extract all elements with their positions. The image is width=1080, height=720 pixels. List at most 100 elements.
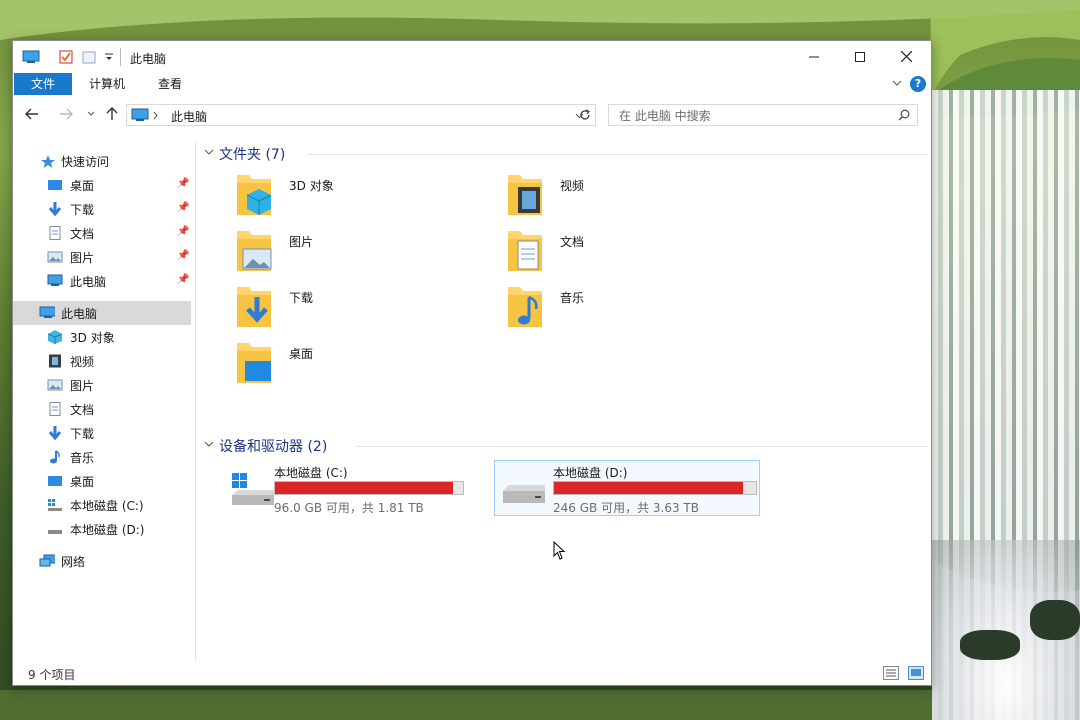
details-view-icon[interactable]: [883, 666, 899, 680]
sidebar-item-drive-d[interactable]: 本地磁盘 (D:): [13, 517, 191, 541]
sidebar-item-label: 快速访问: [61, 155, 110, 169]
pin-icon[interactable]: 📌: [177, 178, 189, 189]
music-icon: [50, 450, 60, 464]
collapse-chevron-icon[interactable]: [204, 441, 214, 449]
group-header-folders[interactable]: 文件夹 (7): [219, 144, 285, 164]
drive-free-space: 96.0 GB 可用，共 1.81 TB: [274, 501, 424, 515]
sidebar-item-downloads[interactable]: 下载 📌: [13, 197, 191, 221]
ribbon-tabs: 文件 计算机 查看 ?: [13, 73, 931, 95]
tab-file[interactable]: 文件: [14, 73, 72, 95]
pictures-icon: [47, 379, 63, 391]
drive-c[interactable]: 本地磁盘 (C:) 96.0 GB 可用，共 1.81 TB: [216, 461, 482, 517]
video-icon: [49, 354, 61, 368]
sidebar-item-label: 下载: [70, 427, 95, 441]
content-area: 文件夹 (7) 3D 对象 视频 图片 文档 下载 音乐 桌面 设备和驱动器 (…: [196, 141, 931, 661]
sidebar-item-label: 图片: [70, 379, 95, 393]
sidebar-item-label: 桌面: [70, 475, 95, 489]
video-folder-icon: [508, 175, 542, 215]
quick-access-toolbar-dropdown-icon[interactable]: [104, 50, 114, 64]
sidebar-item-music[interactable]: 音乐: [13, 445, 191, 469]
search-icon[interactable]: [898, 109, 910, 121]
mouse-cursor-icon: [553, 541, 566, 560]
folder-desktop[interactable]: 桌面: [231, 339, 491, 389]
pin-icon[interactable]: 📌: [177, 202, 189, 213]
folder-3d-objects[interactable]: 3D 对象: [231, 171, 491, 221]
sidebar-item-label: 此电脑: [70, 275, 107, 289]
forward-icon[interactable]: [59, 108, 73, 120]
sidebar-item-label: 网络: [61, 555, 86, 569]
search-input[interactable]: [617, 106, 891, 126]
minimize-button[interactable]: [791, 41, 837, 73]
folder-pictures[interactable]: 图片: [231, 227, 491, 277]
back-icon[interactable]: [25, 108, 39, 120]
drive-d[interactable]: 本地磁盘 (D:) 246 GB 可用，共 3.63 TB: [494, 460, 760, 516]
sidebar-item-3d-objects[interactable]: 3D 对象: [13, 325, 191, 349]
sidebar-item-this-pc[interactable]: 此电脑: [13, 301, 191, 325]
desktop-folder-icon: [237, 343, 271, 383]
breadcrumb-item[interactable]: 此电脑: [171, 108, 207, 125]
sidebar-item-documents[interactable]: 文档: [13, 397, 191, 421]
toolbar-separator: [120, 48, 121, 66]
sidebar-item-label: 图片: [70, 251, 95, 265]
folder-videos[interactable]: 视频: [502, 171, 762, 221]
folder-music[interactable]: 音乐: [502, 283, 762, 333]
sidebar-item-network[interactable]: 网络: [13, 549, 191, 573]
sidebar-item-desktop[interactable]: 桌面 📌: [13, 173, 191, 197]
new-folder-icon[interactable]: [82, 50, 96, 64]
up-icon[interactable]: [106, 107, 118, 121]
sidebar-item-label: 本地磁盘 (C:): [70, 499, 144, 513]
minimize-icon: [809, 56, 819, 58]
computer-icon: [22, 50, 40, 63]
close-button[interactable]: [883, 41, 929, 73]
sidebar-item-label: 桌面: [70, 179, 95, 193]
pictures-icon: [47, 251, 63, 263]
group-header-drives[interactable]: 设备和驱动器 (2): [219, 436, 327, 456]
properties-icon[interactable]: [59, 50, 73, 64]
capacity-fill: [275, 482, 454, 494]
sidebar-item-drive-c[interactable]: 本地磁盘 (C:): [13, 493, 191, 517]
capacity-fill: [554, 482, 743, 494]
document-icon: [49, 226, 61, 240]
window-title: 此电脑: [130, 52, 167, 66]
folder-documents[interactable]: 文档: [502, 227, 762, 277]
sidebar-item-this-pc-pinned[interactable]: 此电脑 📌: [13, 269, 191, 293]
sidebar-item-quick-access[interactable]: 快速访问: [13, 149, 191, 173]
folder-downloads[interactable]: 下载: [231, 283, 491, 333]
sidebar-item-desktop[interactable]: 桌面: [13, 469, 191, 493]
navigation-bar: 此电脑: [13, 99, 931, 131]
expand-ribbon-icon[interactable]: [892, 80, 902, 88]
sidebar-item-label: 文档: [70, 227, 95, 241]
sidebar-item-videos[interactable]: 视频: [13, 349, 191, 373]
refresh-icon[interactable]: [579, 109, 591, 121]
pin-icon[interactable]: 📌: [177, 274, 189, 285]
pin-icon[interactable]: 📌: [177, 250, 189, 261]
search-box[interactable]: [608, 104, 918, 126]
sidebar-item-label: 下载: [70, 203, 95, 217]
drive-name: 本地磁盘 (D:): [553, 466, 628, 480]
sidebar-item-downloads[interactable]: 下载: [13, 421, 191, 445]
pin-icon[interactable]: 📌: [177, 226, 189, 237]
address-bar[interactable]: 此电脑: [126, 104, 596, 126]
group-divider: [308, 154, 928, 155]
folder-label: 文档: [560, 235, 585, 249]
sidebar-item-documents[interactable]: 文档 📌: [13, 221, 191, 245]
maximize-button[interactable]: [837, 41, 883, 73]
drive-name: 本地磁盘 (C:): [274, 466, 348, 480]
recent-locations-dropdown-icon[interactable]: [87, 111, 95, 117]
sidebar-item-pictures[interactable]: 图片: [13, 373, 191, 397]
sidebar-item-pictures[interactable]: 图片 📌: [13, 245, 191, 269]
tab-computer[interactable]: 计算机: [77, 73, 137, 95]
folder-label: 3D 对象: [289, 179, 334, 193]
help-button[interactable]: ?: [910, 76, 926, 92]
download-icon: [48, 426, 62, 440]
computer-icon: [47, 274, 63, 286]
computer-icon: [131, 108, 149, 121]
document-icon: [49, 402, 61, 416]
collapse-chevron-icon[interactable]: [204, 149, 214, 157]
sidebar-item-label: 音乐: [70, 451, 95, 465]
desktop-icon: [48, 180, 62, 190]
folder-label: 音乐: [560, 291, 585, 305]
tab-view[interactable]: 查看: [141, 73, 199, 95]
large-icons-view-icon[interactable]: [908, 666, 924, 680]
breadcrumb-chevron-icon[interactable]: [153, 111, 159, 120]
